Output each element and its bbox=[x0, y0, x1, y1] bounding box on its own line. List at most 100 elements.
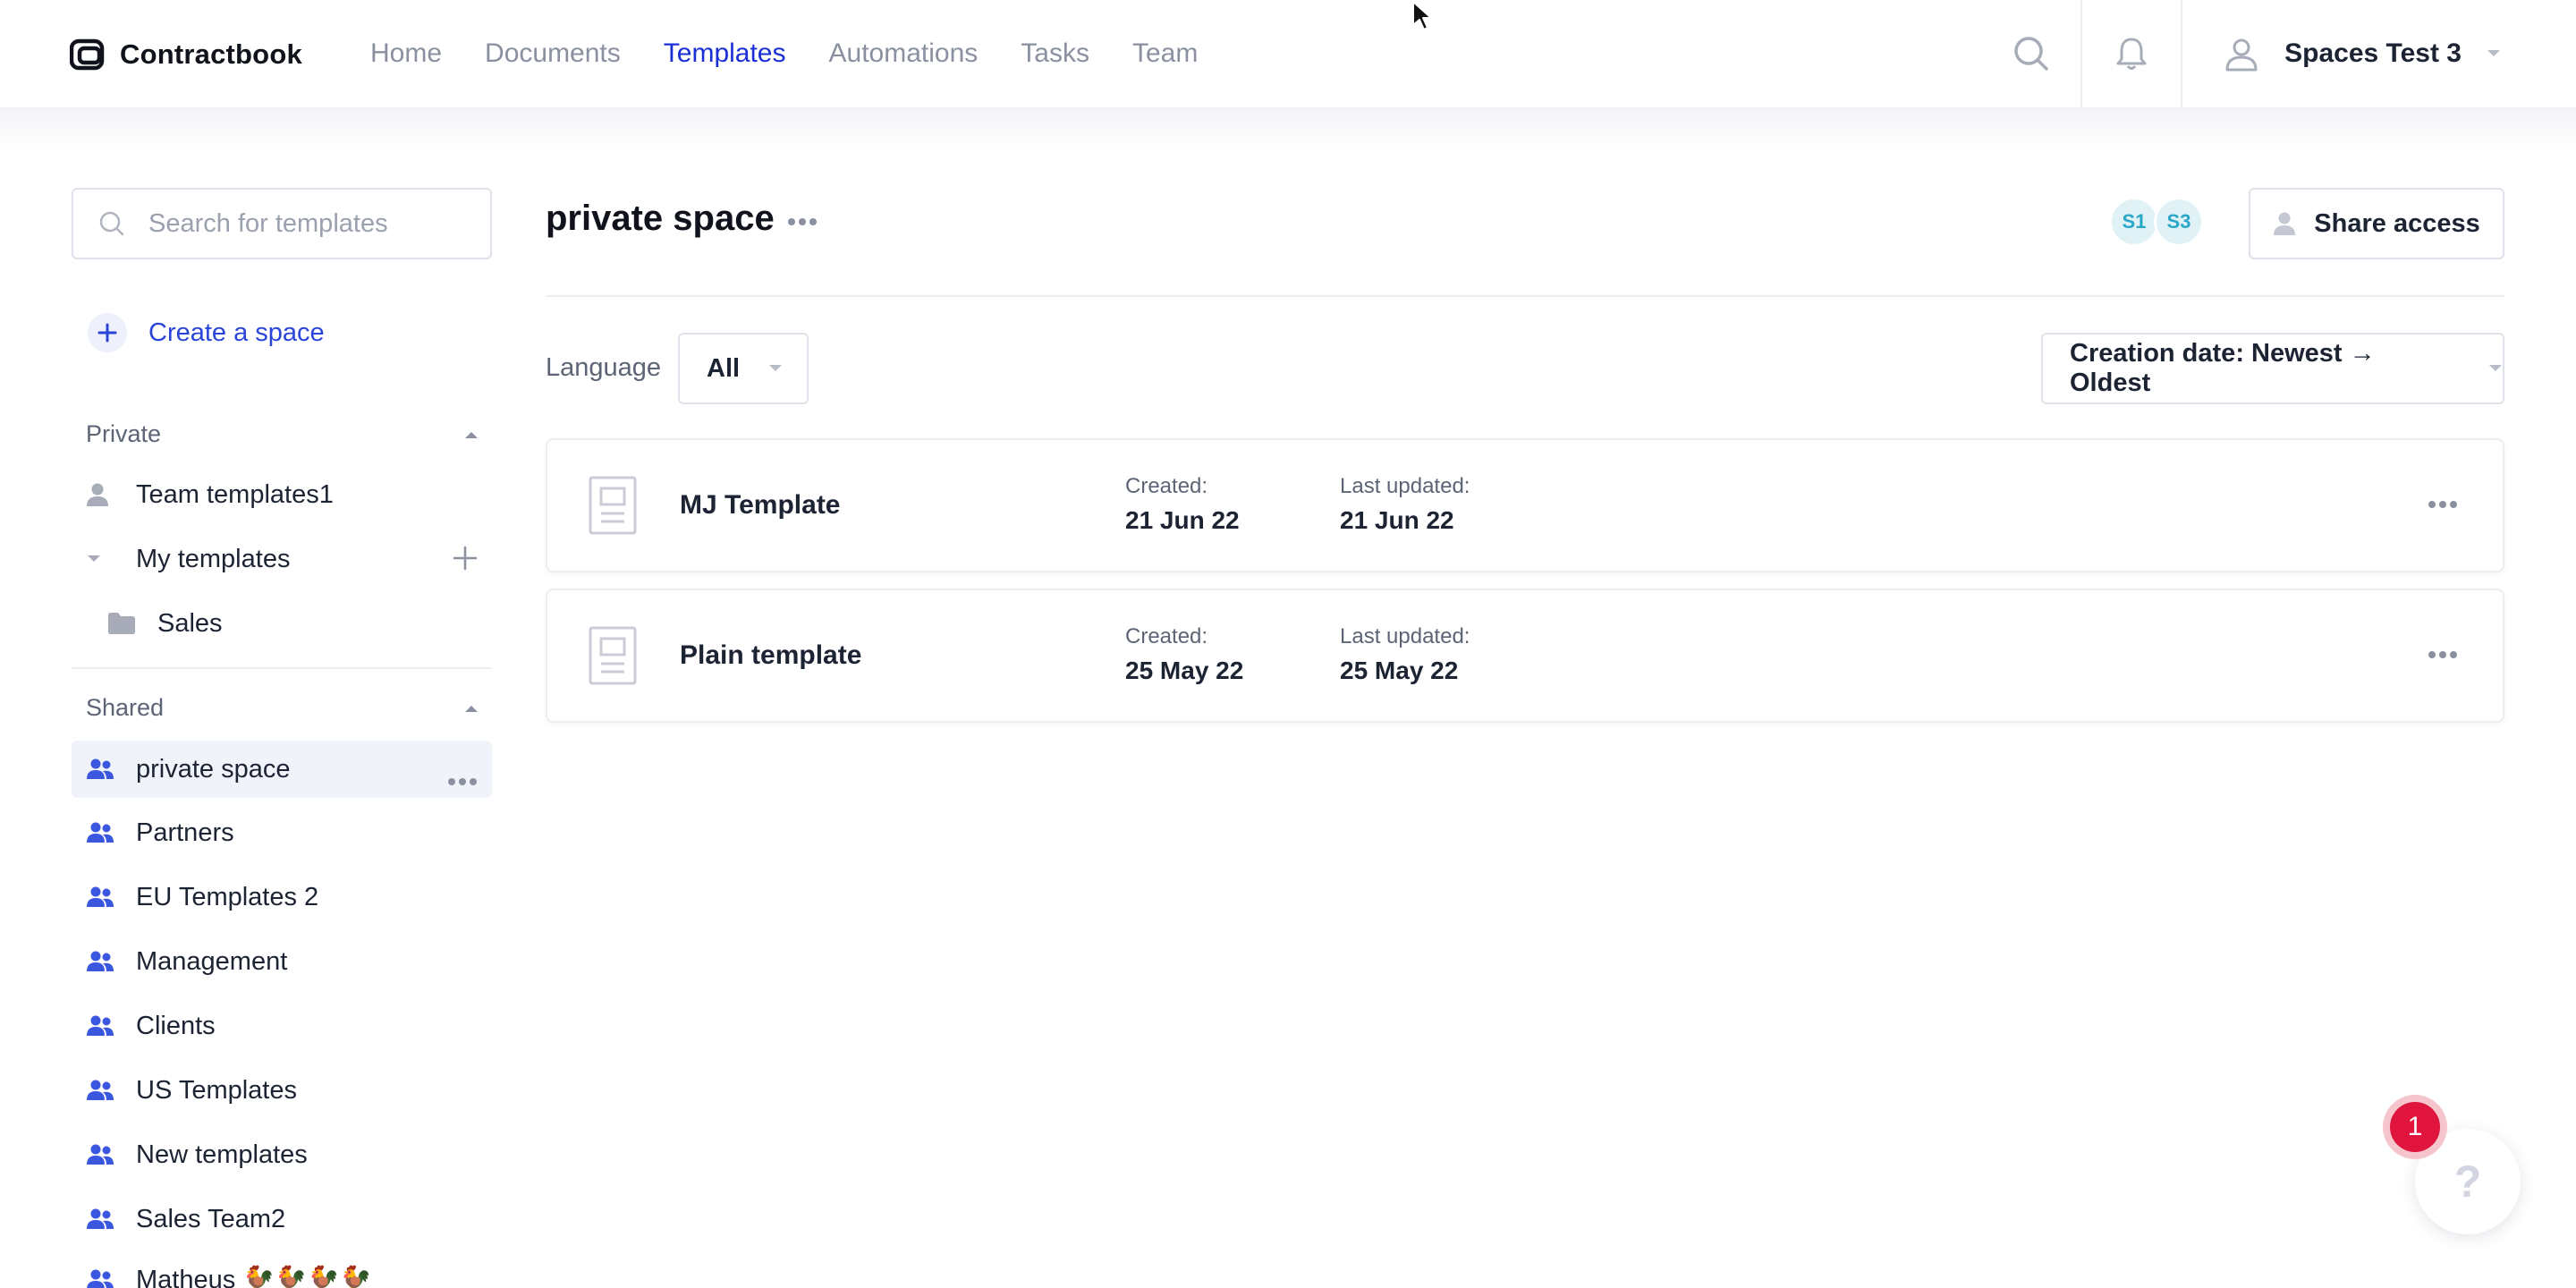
add-folder-icon[interactable] bbox=[453, 546, 478, 578]
updated-label: Last updated: bbox=[1340, 624, 1470, 648]
create-space-label: Create a space bbox=[148, 318, 325, 347]
help-question-icon: ? bbox=[2453, 1157, 2482, 1207]
nav-automations[interactable]: Automations bbox=[829, 34, 979, 73]
sidebar-item-private-space[interactable]: private space bbox=[72, 741, 492, 798]
template-card[interactable]: Plain template Created: 25 May 22 Last u… bbox=[546, 589, 2504, 723]
document-icon bbox=[589, 476, 637, 535]
team-icon bbox=[86, 1079, 122, 1102]
share-access-label: Share access bbox=[2314, 208, 2480, 238]
header-shadow bbox=[0, 107, 2576, 152]
sidebar-item-label: Partners bbox=[136, 818, 234, 847]
nav-team[interactable]: Team bbox=[1132, 34, 1198, 73]
caret-up-icon[interactable] bbox=[463, 703, 479, 714]
sidebar-item-label: Clients bbox=[136, 1011, 216, 1040]
sidebar-item-new-templates[interactable]: New templates bbox=[72, 1127, 492, 1182]
page-title: private space bbox=[546, 199, 775, 238]
space-members[interactable]: S1 S3 bbox=[2109, 197, 2204, 247]
sidebar-item-label: Team templates1 bbox=[136, 479, 334, 509]
sidebar-item-us-templates[interactable]: US Templates bbox=[72, 1063, 492, 1118]
team-icon bbox=[86, 1014, 122, 1038]
shared-section-title: Shared bbox=[86, 694, 165, 721]
search-icon bbox=[2014, 37, 2048, 71]
created-label: Created: bbox=[1125, 624, 1208, 648]
caret-up-icon[interactable] bbox=[463, 429, 479, 440]
sidebar-item-clients[interactable]: Clients bbox=[72, 998, 492, 1054]
nav-documents[interactable]: Documents bbox=[485, 34, 621, 73]
private-section-header[interactable]: Private bbox=[86, 420, 479, 448]
logo-mark-icon bbox=[70, 38, 105, 71]
sidebar-item-label: EU Templates 2 bbox=[136, 882, 319, 911]
document-icon bbox=[589, 626, 637, 685]
user-name: Spaces Test 3 bbox=[2284, 38, 2462, 68]
created-date: 25 May 22 bbox=[1125, 657, 1244, 684]
sidebar-item-label: private space bbox=[136, 754, 291, 784]
avatar: S1 bbox=[2109, 197, 2159, 247]
chevron-down-icon bbox=[769, 365, 783, 371]
top-right-controls: Spaces Test 3 bbox=[1982, 0, 2576, 107]
badge-count: 1 bbox=[2390, 1102, 2440, 1152]
notification-badge: 1 bbox=[2383, 1095, 2447, 1159]
top-navigation-bar: Contractbook Home Documents Templates Au… bbox=[0, 0, 2576, 107]
template-name: Plain template bbox=[680, 640, 862, 670]
shared-section-header[interactable]: Shared bbox=[86, 694, 479, 722]
language-select[interactable]: All bbox=[678, 333, 809, 404]
sidebar-item-sales-team2[interactable]: Sales Team2 bbox=[72, 1191, 492, 1247]
plus-icon bbox=[88, 313, 127, 352]
sidebar-item-label: New templates bbox=[136, 1140, 308, 1169]
user-avatar-icon bbox=[2225, 38, 2258, 72]
more-options-icon[interactable] bbox=[447, 764, 478, 793]
user-icon bbox=[2274, 212, 2296, 235]
team-icon bbox=[86, 1208, 122, 1231]
search-icon bbox=[99, 211, 124, 236]
language-value: All bbox=[707, 353, 741, 383]
updated-date: 25 May 22 bbox=[1340, 657, 1459, 684]
nav-home[interactable]: Home bbox=[370, 34, 442, 73]
team-icon bbox=[86, 886, 122, 909]
nav-tasks[interactable]: Tasks bbox=[1021, 34, 1089, 73]
app-name: Contractbook bbox=[120, 38, 302, 70]
template-search-input[interactable] bbox=[148, 208, 470, 239]
avatar: S3 bbox=[2154, 197, 2204, 247]
sidebar-item-matheus[interactable]: Matheus 🐓🐓🐓🐓 bbox=[72, 1256, 492, 1288]
sidebar-item-label: Sales Team2 bbox=[136, 1204, 286, 1233]
header-divider bbox=[546, 295, 2504, 297]
sidebar-item-management[interactable]: Management bbox=[72, 934, 492, 989]
sidebar-item-eu-templates-2[interactable]: EU Templates 2 bbox=[72, 869, 492, 925]
sidebar-item-label: Matheus 🐓🐓🐓🐓 bbox=[136, 1266, 372, 1288]
global-search-button[interactable] bbox=[1982, 0, 2080, 107]
section-divider bbox=[72, 667, 492, 669]
private-section-title: Private bbox=[86, 420, 162, 447]
contractbook-logo[interactable]: Contractbook bbox=[70, 36, 302, 73]
notifications-button[interactable] bbox=[2080, 0, 2181, 107]
team-icon bbox=[86, 758, 122, 781]
user-icon bbox=[86, 482, 122, 507]
template-search-field[interactable] bbox=[72, 188, 492, 259]
sort-select[interactable]: Creation date: Newest → Oldest bbox=[2041, 333, 2504, 404]
mouse-cursor-icon bbox=[1412, 1, 1432, 30]
sidebar-item-team-templates1[interactable]: Team templates1 bbox=[72, 467, 492, 522]
bell-icon bbox=[2116, 38, 2147, 70]
sidebar-item-sales[interactable]: Sales bbox=[72, 596, 492, 651]
sidebar-item-label: Management bbox=[136, 946, 288, 976]
sidebar-item-my-templates[interactable]: My templates bbox=[72, 531, 492, 587]
user-menu[interactable]: Spaces Test 3 bbox=[2181, 0, 2576, 107]
updated-date: 21 Jun 22 bbox=[1340, 506, 1454, 534]
team-icon bbox=[86, 950, 122, 973]
nav-templates[interactable]: Templates bbox=[664, 34, 786, 73]
updated-label: Last updated: bbox=[1340, 474, 1470, 498]
create-space-button[interactable]: Create a space bbox=[88, 313, 325, 352]
template-card[interactable]: MJ Template Created: 21 Jun 22 Last upda… bbox=[546, 438, 2504, 572]
sidebar-item-partners[interactable]: Partners bbox=[72, 805, 492, 860]
sidebar-item-label: My templates bbox=[136, 544, 291, 573]
sidebar-item-label: US Templates bbox=[136, 1075, 297, 1105]
space-more-options-icon[interactable] bbox=[787, 215, 818, 231]
team-icon bbox=[86, 821, 122, 844]
share-access-button[interactable]: Share access bbox=[2249, 188, 2504, 259]
template-more-options-icon[interactable] bbox=[2428, 648, 2458, 664]
chevron-down-icon bbox=[2487, 50, 2500, 56]
language-label: Language bbox=[546, 353, 662, 382]
template-more-options-icon[interactable] bbox=[2428, 497, 2458, 513]
sidebar-item-label: Sales bbox=[157, 608, 223, 638]
caret-down-icon[interactable] bbox=[86, 554, 122, 564]
sort-value: Creation date: Newest → Oldest bbox=[2070, 339, 2376, 397]
